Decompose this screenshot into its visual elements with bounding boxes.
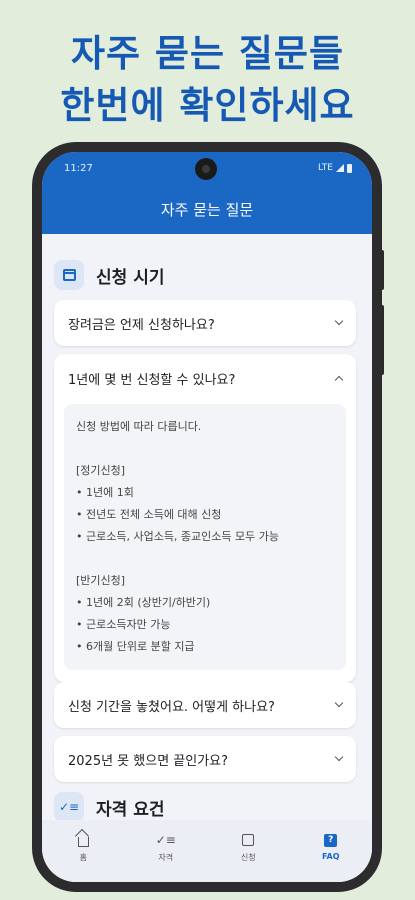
- chevron-down-icon[interactable]: [334, 698, 344, 708]
- faq-question-row[interactable]: 2025년 못 했으면 끝인가요?: [54, 736, 356, 782]
- answer-line: [반기신청]: [76, 574, 126, 587]
- answer-line: [76, 438, 334, 460]
- answer-line: • 근로소득, 사업소득, 종교인소득 모두 가능: [76, 530, 280, 543]
- faq-answer: 신청 방법에 따라 다릅니다. [정기신청] • 1년에 1회 • 전년도 전체…: [64, 404, 346, 670]
- faq-item[interactable]: 장려금은 언제 신청하나요?: [54, 300, 356, 346]
- answer-line: • 1년에 2회 (상반기/하반기): [76, 596, 211, 609]
- nav-label: 홈: [79, 853, 87, 862]
- faq-question: 장려금은 언제 신청하나요?: [68, 317, 215, 333]
- nav-item-faq[interactable]: ? FAQ: [290, 820, 373, 882]
- answer-line: 신청 방법에 따라 다릅니다.: [76, 420, 202, 433]
- bottom-navigation: 홈 ✓≡ 자격 신청 ? FAQ: [42, 820, 372, 882]
- answer-line: • 전년도 전체 소득에 대해 신청: [76, 508, 222, 521]
- checklist-icon: ✓≡: [155, 833, 176, 847]
- promo-headline: 자주 묻는 질문들 한번에 확인하세요: [0, 28, 415, 132]
- chevron-down-icon[interactable]: [334, 752, 344, 762]
- faq-question: 2025년 못 했으면 끝인가요?: [68, 753, 229, 769]
- faq-item[interactable]: 2025년 못 했으면 끝인가요?: [54, 736, 356, 782]
- faq-item[interactable]: 신청 기간을 놓쳤어요. 어떻게 하나요?: [54, 682, 356, 728]
- faq-icon: ?: [324, 833, 338, 847]
- section-title: 신청 시기: [96, 267, 165, 288]
- faq-question-row[interactable]: 1년에 몇 번 신청할 수 있나요?: [54, 354, 356, 402]
- nav-label: 자격: [158, 853, 174, 862]
- status-time: 11:27: [64, 163, 93, 174]
- answer-line: [정기신청]: [76, 464, 126, 477]
- battery-icon: [347, 163, 352, 173]
- section-header-timing: 신청 시기: [54, 260, 164, 290]
- faq-question-row[interactable]: 장려금은 언제 신청하나요?: [54, 300, 356, 346]
- network-label: LTE: [318, 163, 333, 173]
- answer-line: [76, 548, 334, 570]
- home-icon: [77, 837, 89, 847]
- section-title: 자격 요건: [96, 799, 165, 820]
- calendar-icon: [54, 260, 84, 290]
- nav-label: FAQ: [321, 852, 340, 861]
- chevron-up-icon[interactable]: [334, 375, 344, 384]
- nav-item-home[interactable]: 홈: [42, 820, 125, 882]
- answer-line: • 1년에 1회: [76, 486, 134, 499]
- nav-label: 신청: [240, 853, 256, 862]
- answer-line: • 근로소득자만 가능: [76, 618, 171, 631]
- answer-line: • 6개월 단위로 분할 지급: [76, 640, 195, 653]
- promo-headline-line2: 한번에 확인하세요: [60, 84, 355, 127]
- status-icons: LTE: [318, 163, 352, 173]
- app-bar: 11:27 LTE 자주 묻는 질문: [42, 152, 372, 234]
- faq-item-expanded[interactable]: 1년에 몇 번 신청할 수 있나요? 신청 방법에 따라 다릅니다. [정기신청…: [54, 354, 356, 682]
- camera-cutout: [195, 158, 217, 180]
- phone-screen: 11:27 LTE 자주 묻는 질문 신청 시기 장려금은 언제 신청하나요? …: [42, 152, 372, 882]
- faq-question: 신청 기간을 놓쳤어요. 어떻게 하나요?: [68, 699, 275, 715]
- faq-question: 1년에 몇 번 신청할 수 있나요?: [68, 372, 236, 388]
- calendar-icon: [242, 834, 255, 846]
- signal-icon: [336, 164, 344, 172]
- section-header-eligibility: ✓≡ 자격 요건: [54, 792, 164, 822]
- chevron-down-icon[interactable]: [334, 316, 344, 326]
- phone-frame: 11:27 LTE 자주 묻는 질문 신청 시기 장려금은 언제 신청하나요? …: [32, 142, 382, 892]
- nav-item-eligibility[interactable]: ✓≡ 자격: [125, 820, 208, 882]
- faq-question-row[interactable]: 신청 기간을 놓쳤어요. 어떻게 하나요?: [54, 682, 356, 728]
- promo-headline-line1: 자주 묻는 질문들: [70, 32, 345, 75]
- checklist-icon: ✓≡: [54, 792, 84, 822]
- page-title: 자주 묻는 질문: [160, 201, 254, 219]
- nav-item-apply[interactable]: 신청: [207, 820, 290, 882]
